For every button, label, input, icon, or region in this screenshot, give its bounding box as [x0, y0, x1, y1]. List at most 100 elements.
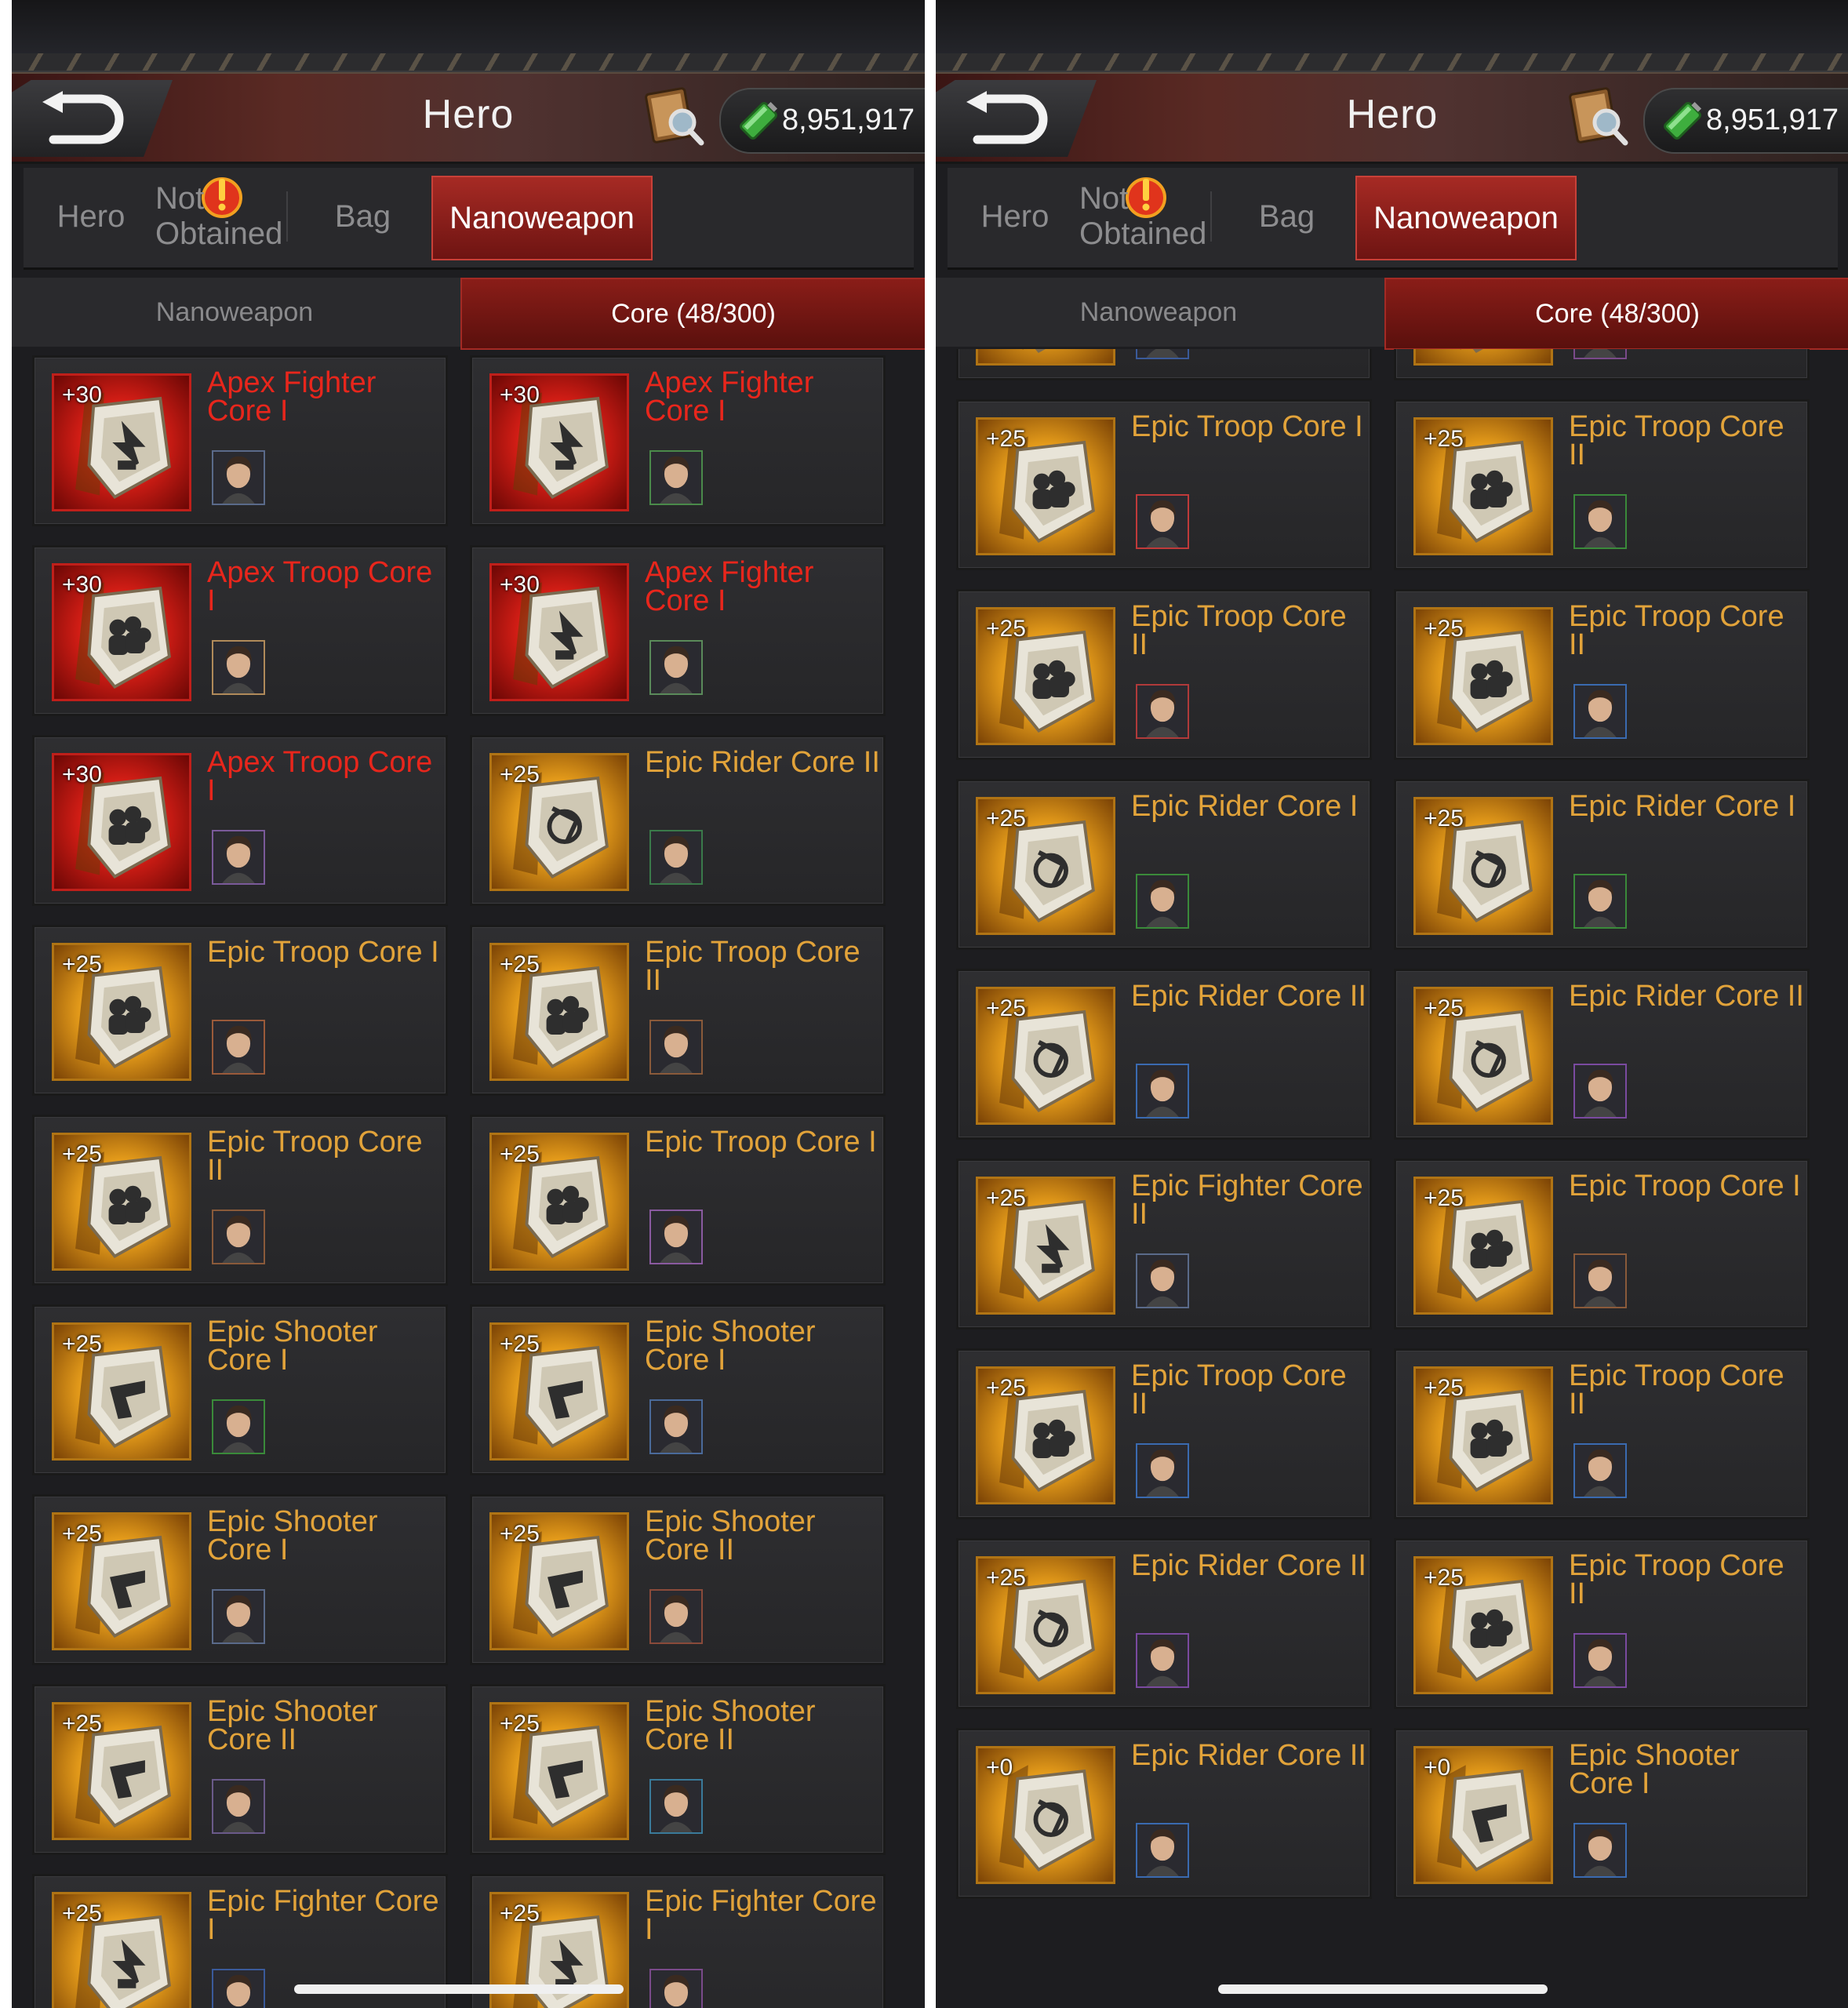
- core-card-14[interactable]: +25 Epic Shooter Core II: [470, 1494, 886, 1665]
- tab-hero[interactable]: Hero: [24, 176, 158, 257]
- subtab-core[interactable]: Core (48/300): [460, 278, 925, 350]
- core-name: Apex Fighter Core I: [207, 366, 377, 427]
- core-level: +25: [500, 1141, 540, 1167]
- core-name: Epic Rider Core II: [1131, 1739, 1366, 1772]
- core-card-8[interactable]: +25 Epic Rider Core I: [1394, 779, 1810, 950]
- core-card-6[interactable]: +25 Epic Rider Core II: [470, 735, 886, 906]
- core-card-1[interactable]: +25 Epic Fighter Core I: [956, 349, 1372, 380]
- core-card-3[interactable]: +30 Apex Troop Core I: [32, 545, 448, 716]
- core-card-13[interactable]: +25 Epic Troop Core II: [956, 1348, 1372, 1519]
- hero-guide-book-icon[interactable]: [1567, 85, 1630, 149]
- core-card-7[interactable]: +25 Epic Rider Core I: [956, 779, 1372, 950]
- core-card-10[interactable]: +25 Epic Rider Core II: [1394, 969, 1810, 1140]
- core-name: Apex Troop Core I: [207, 746, 433, 807]
- fighter-core-icon: +25: [1413, 349, 1553, 366]
- core-card-7[interactable]: +25 Epic Troop Core I: [32, 925, 448, 1096]
- core-card-12[interactable]: +25 Epic Troop Core I: [1394, 1159, 1810, 1330]
- tab-bag[interactable]: Bag: [1218, 176, 1355, 257]
- hero-portrait: [212, 1020, 265, 1075]
- core-card-16[interactable]: +25 Epic Troop Core II: [1394, 1538, 1810, 1709]
- core-card-9[interactable]: +25 Epic Troop Core II: [32, 1115, 448, 1286]
- core-name: Epic Troop Core II: [1569, 1359, 1784, 1421]
- hero-avatar-icon: [1137, 1255, 1188, 1307]
- core-card-18[interactable]: +0 Epic Shooter Core I: [1394, 1728, 1810, 1899]
- core-card-16[interactable]: +25 Epic Shooter Core II: [470, 1684, 886, 1855]
- core-card-14[interactable]: +25 Epic Troop Core II: [1394, 1348, 1810, 1519]
- core-card-6[interactable]: +25 Epic Troop Core II: [1394, 589, 1810, 760]
- shooter-core-icon: +25: [52, 1512, 191, 1650]
- core-name: Epic Troop Core I: [1131, 410, 1363, 443]
- core-card-4[interactable]: +30 Apex Fighter Core I: [470, 545, 886, 716]
- core-name: Epic Rider Core II: [645, 746, 880, 779]
- hero-avatar-icon: [213, 1211, 264, 1263]
- rider-core-icon: +25: [489, 753, 629, 891]
- core-card-17[interactable]: +0 Epic Rider Core II: [956, 1728, 1372, 1899]
- core-card-9[interactable]: +25 Epic Rider Core II: [956, 969, 1372, 1140]
- hero-portrait: [212, 1399, 265, 1454]
- troop-core-icon: +25: [1413, 1177, 1553, 1315]
- fighter-core-icon: +25: [976, 1177, 1115, 1315]
- fighter-core-icon: +30: [489, 563, 629, 701]
- core-level: +30: [500, 382, 540, 408]
- core-card-15[interactable]: +25 Epic Shooter Core II: [32, 1684, 448, 1855]
- core-card-1[interactable]: +30 Apex Fighter Core I: [32, 355, 448, 526]
- core-card-15[interactable]: +25 Epic Rider Core II: [956, 1538, 1372, 1709]
- core-card-3[interactable]: +25 Epic Troop Core I: [956, 399, 1372, 570]
- battery-icon: [740, 101, 778, 140]
- core-card-5[interactable]: +30 Apex Troop Core I: [32, 735, 448, 906]
- tab-hero[interactable]: Hero: [948, 176, 1082, 257]
- core-card-2[interactable]: +30 Apex Fighter Core I: [470, 355, 886, 526]
- core-name: Epic Rider Core I: [1569, 790, 1796, 823]
- hero-portrait: [1136, 349, 1189, 359]
- core-card-13[interactable]: +25 Epic Shooter Core I: [32, 1494, 448, 1665]
- hero-avatar-icon: [1137, 349, 1188, 358]
- core-level: +25: [986, 1565, 1026, 1591]
- core-name: Epic Shooter Core I: [207, 1505, 378, 1566]
- hero-portrait: [1573, 494, 1627, 549]
- core-card-11[interactable]: +25 Epic Fighter Core II: [956, 1159, 1372, 1330]
- core-list[interactable]: +25 Epic Fighter Core I +25 Epic Fighter…: [936, 349, 1848, 2008]
- hero-portrait: [649, 450, 703, 505]
- hero-guide-book-icon[interactable]: [643, 85, 706, 149]
- hero-avatar-icon: [213, 452, 264, 504]
- core-level: +25: [500, 1331, 540, 1357]
- core-list[interactable]: +30 Apex Fighter Core I +30 Apex Fighter…: [12, 349, 925, 2008]
- core-level: +25: [500, 1901, 540, 1926]
- core-card-10[interactable]: +25 Epic Troop Core I: [470, 1115, 886, 1286]
- hero-avatar-icon: [1137, 1445, 1188, 1497]
- core-card-5[interactable]: +25 Epic Troop Core II: [956, 589, 1372, 760]
- tab-nanoweapon[interactable]: Nanoweapon: [431, 176, 653, 260]
- core-name: Epic Troop Core II: [645, 936, 860, 997]
- core-card-4[interactable]: +25 Epic Troop Core II: [1394, 399, 1810, 570]
- hero-portrait: [1573, 874, 1627, 929]
- core-card-12[interactable]: +25 Epic Shooter Core I: [470, 1304, 886, 1475]
- core-level: +25: [500, 1521, 540, 1547]
- core-grid: +25 Epic Fighter Core I +25 Epic Fighter…: [956, 349, 1827, 1899]
- tab-not-obtained[interactable]: Not Obtained: [1079, 176, 1217, 257]
- subtab-core[interactable]: Core (48/300): [1384, 278, 1848, 350]
- currency-value: 8,951,917: [1706, 104, 1839, 136]
- core-card-8[interactable]: +25 Epic Troop Core II: [470, 925, 886, 1096]
- tab-nanoweapon[interactable]: Nanoweapon: [1355, 176, 1577, 260]
- core-crystal: [1021, 349, 1046, 354]
- tab-bag[interactable]: Bag: [294, 176, 431, 257]
- core-level: +25: [986, 426, 1026, 452]
- core-name: Epic Fighter Core II: [1131, 1170, 1363, 1231]
- shooter-core-icon: +25: [489, 1512, 629, 1650]
- hero-portrait: [212, 1589, 265, 1644]
- screen-left: Hero 8,951,917 Hero Not Obtained Bag Nan…: [12, 0, 925, 2008]
- hero-portrait: [1136, 874, 1189, 929]
- core-card-2[interactable]: +25 Epic Fighter Core I: [1394, 349, 1810, 380]
- subtab-nanoweapon[interactable]: Nanoweapon: [936, 278, 1381, 347]
- hazard-stripe: [936, 53, 1848, 72]
- core-name: Epic Troop Core I: [645, 1126, 877, 1159]
- energy-currency-display: 8,951,917: [1643, 88, 1848, 154]
- hero-portrait: [649, 1399, 703, 1454]
- core-card-11[interactable]: +25 Epic Shooter Core I: [32, 1304, 448, 1475]
- subtab-nanoweapon[interactable]: Nanoweapon: [12, 278, 457, 347]
- shooter-core-icon: +25: [52, 1702, 191, 1840]
- core-level: +25: [1424, 1565, 1464, 1591]
- hero-avatar-icon: [651, 452, 701, 504]
- core-name: Epic Fighter Core I: [207, 1885, 439, 1946]
- tab-not-obtained[interactable]: Not Obtained: [155, 176, 293, 257]
